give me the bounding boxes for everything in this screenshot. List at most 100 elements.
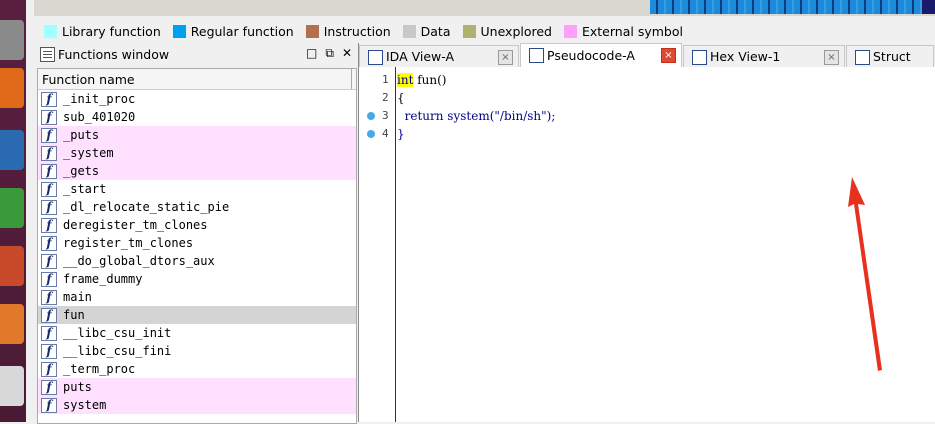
- row-truncation-marker: .: [354, 110, 356, 120]
- code-text: return system("/bin/sh");: [397, 107, 556, 125]
- row-truncation-marker: .: [354, 92, 356, 102]
- column-divider[interactable]: [351, 69, 355, 89]
- code-line[interactable]: 1 int fun(): [359, 71, 935, 89]
- tab-label: Pseudocode-A: [547, 48, 635, 63]
- code-token: "/bin/sh": [494, 109, 547, 123]
- function-list-item[interactable]: f _term_proc.: [38, 360, 356, 378]
- tab-struct[interactable]: Struct: [846, 45, 934, 67]
- legend-item: Instruction: [305, 24, 391, 39]
- function-list-item[interactable]: fsystem.: [38, 396, 356, 414]
- line-number: 1: [382, 73, 389, 86]
- pseudocode-view[interactable]: 1 int fun() 2{3 return system("/bin/sh"); 4…: [359, 67, 935, 422]
- function-list-item[interactable]: fmain.: [38, 288, 356, 306]
- impress-icon[interactable]: [0, 246, 24, 286]
- view-tabs: IDA View-A × Pseudocode-A × Hex View-1 × Struc…: [359, 43, 935, 67]
- writer-icon[interactable]: [0, 130, 24, 170]
- function-list-item[interactable]: f sub_401020.: [38, 108, 356, 126]
- code-token: fun(): [413, 73, 447, 87]
- function-list-item[interactable]: f _puts.: [38, 126, 356, 144]
- function-icon: f: [41, 199, 57, 215]
- legend-item: Data: [402, 23, 451, 39]
- function-list-item[interactable]: f __do_global_dtors_aux.: [38, 252, 356, 270]
- function-list-item[interactable]: f _dl_relocate_static_pie.: [38, 198, 356, 216]
- line-number: 3: [382, 109, 389, 122]
- row-truncation-marker: .: [354, 380, 356, 390]
- function-list-item[interactable]: f register_tm_clones.: [38, 234, 356, 252]
- row-truncation-marker: .: [354, 146, 356, 156]
- legend-label: Data: [420, 23, 451, 39]
- functions-list[interactable]: Function name f _init_proc. f sub_401020. f _…: [37, 68, 357, 424]
- code-text: int fun(): [397, 71, 446, 89]
- legend-swatch: [563, 24, 577, 38]
- code-line[interactable]: 4}: [359, 125, 935, 143]
- function-list-item[interactable]: f __libc_csu_init.: [38, 324, 356, 342]
- function-icon: f: [41, 343, 57, 359]
- column-header-function-name[interactable]: Function name: [38, 69, 356, 90]
- function-icon: f: [41, 127, 57, 143]
- legend-swatch: [44, 24, 57, 38]
- code-line[interactable]: 2{: [359, 89, 935, 107]
- calc-icon[interactable]: [0, 188, 24, 228]
- tab-hex-view-1[interactable]: Hex View-1 ×: [683, 45, 845, 67]
- software-center-icon[interactable]: [0, 304, 24, 344]
- float-button[interactable]: □: [306, 46, 317, 61]
- row-truncation-marker: .: [354, 398, 356, 408]
- tab-label: IDA View-A: [386, 49, 455, 64]
- function-list-item[interactable]: fputs.: [38, 378, 356, 396]
- function-list-item[interactable]: f frame_dummy.: [38, 270, 356, 288]
- legend-item: External symbol: [563, 24, 683, 39]
- functions-window-titlebar[interactable]: Functions window □ ⧉ ✕: [34, 43, 358, 65]
- function-list-item[interactable]: f deregister_tm_clones.: [38, 216, 356, 234]
- functions-window: Functions window □ ⧉ ✕ Function name f _i…: [34, 43, 359, 424]
- tab-ida-view-a[interactable]: IDA View-A ×: [359, 45, 519, 67]
- tab-close-icon[interactable]: ×: [824, 50, 839, 65]
- row-truncation-marker: .: [354, 200, 356, 210]
- functions-window-title: Functions window: [58, 46, 170, 62]
- row-truncation-marker: .: [354, 272, 356, 282]
- row-truncation-marker: .: [354, 218, 356, 228]
- view-icon: [692, 50, 707, 65]
- function-list-item[interactable]: f _gets.: [38, 162, 356, 180]
- function-icon: f: [41, 109, 57, 125]
- row-truncation-marker: .: [354, 308, 356, 318]
- tab-label: Hex View-1: [710, 49, 781, 64]
- function-list-item[interactable]: f __libc_csu_fini.: [38, 342, 356, 360]
- function-icon: f: [41, 397, 57, 413]
- breakpoint-dot-icon[interactable]: [367, 112, 375, 120]
- function-icon: f: [41, 379, 57, 395]
- files-app-icon[interactable]: [0, 20, 24, 60]
- function-name: __libc_csu_fini: [63, 344, 172, 358]
- function-icon: f: [41, 289, 57, 305]
- function-name: deregister_tm_clones: [63, 218, 208, 232]
- function-list-item[interactable]: f _init_proc.: [38, 90, 356, 108]
- function-list-item[interactable]: ffun.: [38, 306, 356, 324]
- navigation-band[interactable]: [34, 0, 935, 16]
- tab-label: Struct: [873, 49, 911, 64]
- function-name: _start: [63, 182, 107, 196]
- breakpoint-dot-icon[interactable]: [367, 130, 375, 138]
- firefox-icon[interactable]: [0, 68, 24, 108]
- function-icon: f: [41, 361, 57, 377]
- tab-close-icon[interactable]: ×: [661, 48, 676, 63]
- close-button[interactable]: ✕: [342, 46, 352, 61]
- column-header-label: Function name: [42, 71, 135, 87]
- function-name: _gets: [63, 164, 100, 178]
- line-number: 2: [382, 91, 389, 104]
- row-truncation-marker: .: [354, 344, 356, 354]
- dock-button[interactable]: ⧉: [325, 46, 334, 61]
- view-icon: [529, 48, 544, 63]
- function-list-item[interactable]: f _system.: [38, 144, 356, 162]
- function-name: frame_dummy: [63, 272, 143, 286]
- function-icon: f: [41, 181, 57, 197]
- function-list-item[interactable]: f _start.: [38, 180, 356, 198]
- function-icon: f: [41, 145, 57, 161]
- tab-close-icon[interactable]: ×: [498, 50, 513, 65]
- code-line[interactable]: 3 return system("/bin/sh");: [359, 107, 935, 125]
- function-name: _term_proc: [63, 362, 136, 376]
- tab-pseudocode-a[interactable]: Pseudocode-A ×: [520, 43, 682, 67]
- code-token: system(: [447, 109, 495, 123]
- legend-swatch: [172, 24, 186, 38]
- code-token: {: [397, 91, 405, 105]
- code-token: }: [397, 127, 405, 141]
- amazon-icon[interactable]: [0, 366, 24, 406]
